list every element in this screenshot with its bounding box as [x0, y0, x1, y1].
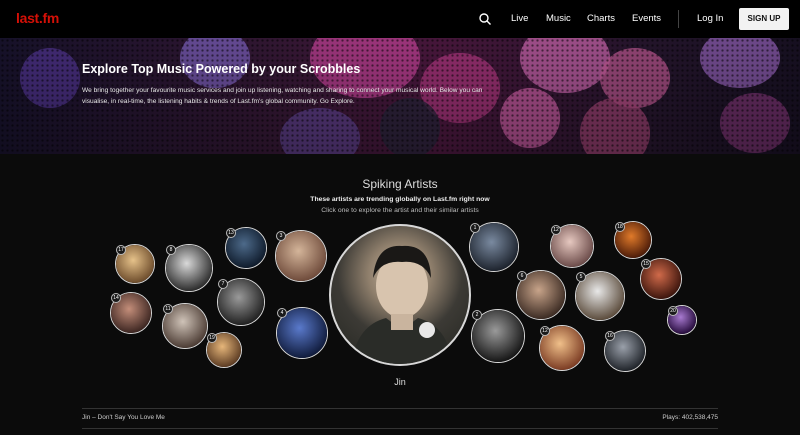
divider: [82, 408, 718, 409]
artist-bubble[interactable]: 12: [550, 224, 594, 268]
artist-rank-badge: 6: [517, 271, 527, 281]
hero-description: We bring together your favourite music s…: [82, 87, 483, 105]
artist-bubble[interactable]: 12: [539, 325, 585, 371]
artist-rank-badge: 15: [641, 259, 651, 269]
artist-bubble[interactable]: 14: [110, 292, 152, 334]
nav-link-music[interactable]: Music: [546, 13, 571, 24]
artist-bubble[interactable]: 5: [575, 271, 625, 321]
artist-rank-badge: 19: [207, 333, 217, 343]
lastfm-logo[interactable]: last.fm: [16, 10, 59, 26]
artist-bubble[interactable]: 17: [115, 244, 155, 284]
artist-bubble[interactable]: 8: [165, 244, 213, 292]
artist-rank-badge: 14: [111, 293, 121, 303]
artist-rank-badge: 11: [163, 304, 173, 314]
hero-banner: Explore Top Music Powered by your Scrobb…: [0, 38, 800, 154]
nav-link-charts[interactable]: Charts: [587, 13, 615, 24]
divider: [82, 428, 718, 429]
artist-bubble[interactable]: 16: [604, 330, 646, 372]
signup-button[interactable]: SIGN UP: [739, 8, 789, 30]
artist-bubble[interactable]: 19: [206, 332, 242, 368]
artist-rank-badge: 4: [277, 308, 287, 318]
featured-artist-image[interactable]: [329, 224, 471, 366]
featured-artist-name[interactable]: Jin: [0, 377, 800, 387]
artist-rank-badge: 2: [472, 310, 482, 320]
hero-title: Explore Top Music Powered by your Scrobb…: [82, 62, 361, 76]
artist-rank-badge: 7: [218, 279, 228, 289]
nav-link-events[interactable]: Events: [632, 13, 661, 24]
artist-bubble[interactable]: 6: [516, 270, 566, 320]
artist-bubble[interactable]: 2: [471, 309, 525, 363]
artist-rank-badge: 5: [576, 272, 586, 282]
artist-rank-badge: 16: [605, 331, 615, 341]
artist-bubble[interactable]: 18: [614, 221, 652, 259]
artist-rank-badge: 12: [540, 326, 550, 336]
artist-rank-badge: 20: [668, 306, 678, 316]
artist-rank-badge: 17: [116, 245, 126, 255]
artist-rank-badge: 8: [166, 245, 176, 255]
spiking-artists-title: Spiking Artists: [362, 177, 438, 191]
top-navigation: last.fm Live Music Charts Events Log In …: [0, 0, 800, 38]
artist-rank-badge: 1: [470, 223, 480, 233]
login-link[interactable]: Log In: [697, 13, 723, 24]
artist-bubble[interactable]: 3: [275, 230, 327, 282]
artist-bubble[interactable]: 4: [276, 307, 328, 359]
artist-rank-badge: 18: [615, 222, 625, 232]
artist-rank-badge: 13: [226, 228, 236, 238]
search-icon[interactable]: [478, 12, 492, 26]
spiking-artists-subtitle: These artists are trending globally on L…: [310, 196, 490, 203]
artist-bubble[interactable]: 1: [469, 222, 519, 272]
artist-rank-badge: 3: [276, 231, 286, 241]
artist-bubble[interactable]: 11: [162, 303, 208, 349]
nav-link-live[interactable]: Live: [511, 13, 528, 24]
artist-bubble[interactable]: 20: [667, 305, 697, 335]
nav-divider: [678, 10, 679, 28]
featured-artist-portrait: [351, 245, 453, 364]
artist-bubble[interactable]: 7: [217, 278, 265, 326]
spiking-artists-hint: Click one to explore the artist and thei…: [321, 207, 479, 214]
artist-bubble[interactable]: 13: [225, 227, 267, 269]
artist-bubble[interactable]: 15: [640, 258, 682, 300]
now-playing-track[interactable]: Jin – Don't Say You Love Me: [82, 414, 165, 421]
artist-rank-badge: 12: [551, 225, 561, 235]
now-playing-plays: Plays: 402,538,475: [662, 414, 718, 421]
